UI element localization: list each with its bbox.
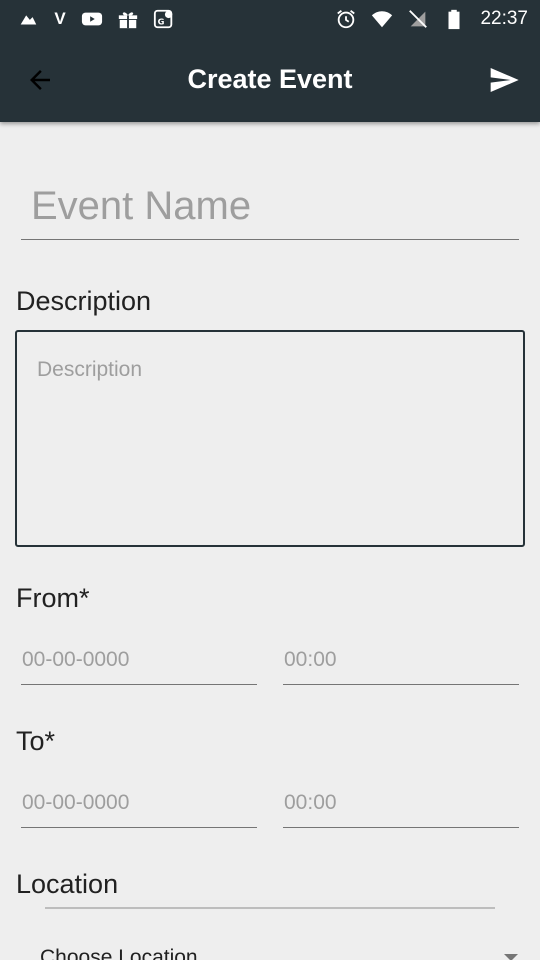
to-date-field[interactable]: 00-00-0000 (21, 786, 257, 828)
description-label: Description (16, 286, 152, 316)
to-label: To* (16, 726, 56, 756)
youtube-icon (80, 7, 104, 31)
from-date-field[interactable]: 00-00-0000 (21, 643, 257, 685)
no-signal-icon (406, 7, 430, 31)
status-time: 22:37 (480, 8, 528, 29)
event-name-input[interactable]: Event Name (21, 178, 519, 240)
status-bar: V G 22:37 (0, 0, 540, 38)
cloud-icon (16, 7, 40, 31)
battery-icon (442, 7, 466, 31)
carrier-icon: V (54, 9, 66, 28)
send-icon[interactable] (484, 62, 524, 98)
gift-icon (116, 7, 140, 31)
dropdown-arrow-icon (504, 954, 518, 960)
svg-text:G: G (158, 17, 165, 27)
description-placeholder: Description (37, 358, 143, 381)
page-title: Create Event (187, 64, 353, 94)
app-bar: V G 22:37 Create Event (0, 0, 540, 122)
toolbar: Create Event (0, 38, 540, 122)
location-dropdown[interactable]: Choose Location (40, 946, 520, 960)
from-time-field[interactable]: 00:00 (283, 643, 519, 685)
wifi-icon (370, 7, 394, 31)
location-label: Location (16, 869, 119, 899)
maps-icon: G (152, 7, 176, 31)
description-textarea[interactable]: Description (15, 330, 525, 547)
alarm-icon (334, 7, 358, 31)
location-select-value: Choose Location (40, 946, 198, 960)
location-divider (45, 907, 495, 909)
from-label: From* (16, 583, 90, 613)
to-time-field[interactable]: 00:00 (283, 786, 519, 828)
